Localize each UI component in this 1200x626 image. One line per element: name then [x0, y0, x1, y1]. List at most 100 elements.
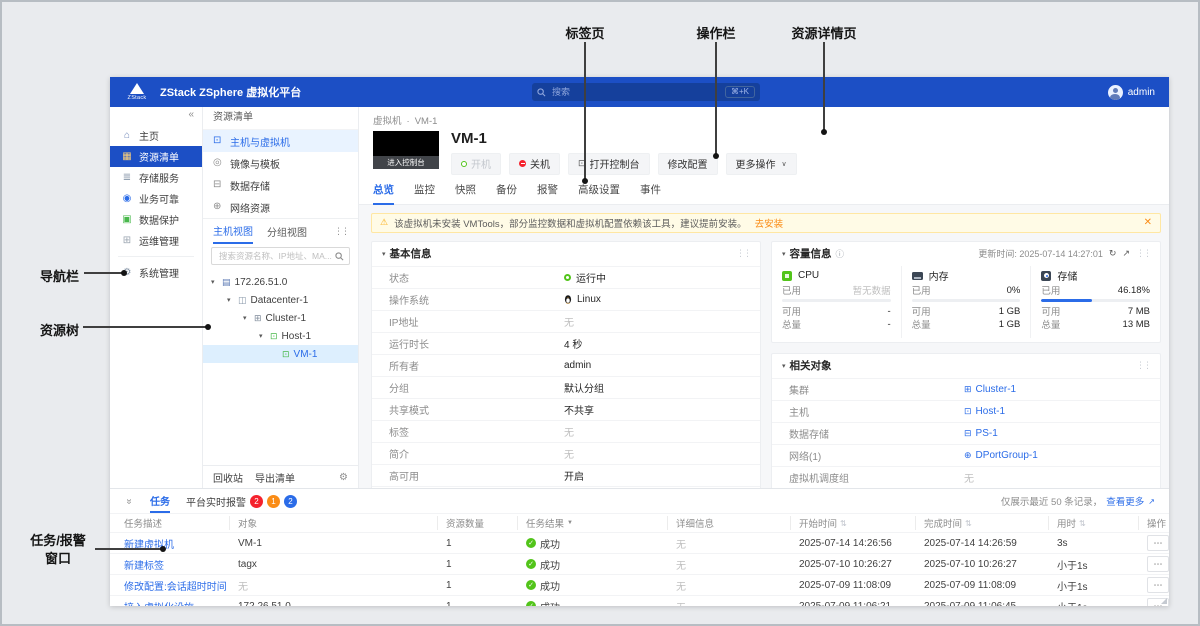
- more-actions-button[interactable]: 更多操作∨: [726, 153, 797, 175]
- sidebar-item-resources[interactable]: ▦资源清单: [110, 146, 202, 167]
- row-more-button[interactable]: ⋯: [1147, 577, 1169, 593]
- sort-icon[interactable]: ⇅: [1079, 519, 1086, 528]
- host-link[interactable]: ⊡Host-1: [964, 406, 1005, 417]
- drag-handle-icon[interactable]: ⋮⋮: [1136, 360, 1150, 371]
- close-icon[interactable]: ✕: [1144, 217, 1152, 228]
- linux-icon: [564, 294, 572, 304]
- view-more-link[interactable]: 查看更多: [1106, 494, 1144, 508]
- sort-icon[interactable]: ⇅: [840, 519, 847, 528]
- screenshot-canvas: ZStack ZStack ZSphere 虚拟化平台 ⌘+K admin « …: [0, 0, 1200, 626]
- caret-down-icon[interactable]: ▾: [259, 332, 266, 340]
- task-link[interactable]: 新建标签: [124, 557, 164, 572]
- capacity-cpu: CPU 已用暂无数据 可用- 总量-: [772, 266, 901, 338]
- sidebar-item-home[interactable]: ⌂主页: [110, 125, 202, 146]
- power-on-button[interactable]: 开机: [451, 153, 501, 175]
- drag-handle-icon[interactable]: ⋮⋮: [1136, 248, 1150, 259]
- open-console-button[interactable]: ⊡打开控制台: [568, 153, 650, 175]
- global-search[interactable]: ⌘+K: [532, 83, 760, 101]
- tree-node-vcenter[interactable]: ▾▤172.26.51.0: [203, 273, 358, 291]
- sidebar-item-data-protection[interactable]: ▣数据保护: [110, 209, 202, 230]
- sidebar-item-storage[interactable]: ≣存储服务: [110, 167, 202, 188]
- annotation-action-bar: 操作栏: [696, 23, 735, 42]
- page-title: VM-1: [451, 131, 797, 148]
- row-more-button[interactable]: ⋯: [1147, 556, 1169, 572]
- related-row-sched-group: 虚拟机调度组无: [772, 466, 1160, 488]
- tab-snapshot[interactable]: 快照: [455, 182, 476, 204]
- row-more-button[interactable]: ⋯: [1147, 535, 1169, 551]
- recycle-bin-link[interactable]: 回收站: [213, 470, 243, 485]
- tree-node-host[interactable]: ▾⊡Host-1: [203, 327, 358, 345]
- tab-backup[interactable]: 备份: [496, 182, 517, 204]
- end-time-sort-header[interactable]: 完成时间⇅: [915, 516, 1048, 530]
- home-icon: ⌂: [121, 131, 133, 141]
- tab-platform-alarms[interactable]: 平台实时报警 2 1 2: [186, 489, 297, 513]
- tab-tasks[interactable]: 任务: [150, 489, 170, 513]
- tab-monitoring[interactable]: 监控: [414, 182, 435, 204]
- enter-console-button[interactable]: 进入控制台: [373, 156, 439, 169]
- drag-handle-icon[interactable]: ⋮⋮: [736, 248, 750, 259]
- datastore-link[interactable]: ⊟PS-1: [964, 428, 998, 439]
- nav-sidebar: « ⌂主页 ▦资源清单 ≣存储服务 ◉业务可靠 ▣数据保护 ⊞运维管理 ⚙系统管…: [110, 107, 203, 488]
- collapse-panel-icon[interactable]: »: [124, 496, 135, 506]
- filter-icon[interactable]: ▼: [567, 520, 573, 526]
- caret-down-icon[interactable]: ▾: [782, 250, 786, 258]
- result-filter-header[interactable]: 任务结果▼: [517, 516, 667, 530]
- respanel-item-datastore[interactable]: ⊟数据存储: [203, 174, 358, 196]
- search-shortcut-badge: ⌘+K: [725, 86, 755, 98]
- breadcrumb-parent[interactable]: 虚拟机: [373, 113, 402, 127]
- duration-sort-header[interactable]: 用时⇅: [1048, 516, 1138, 530]
- annotation-resource-tree: 资源树: [40, 320, 79, 339]
- sort-icon[interactable]: ⇅: [965, 519, 972, 528]
- task-link[interactable]: 接入虚拟化设施: [124, 599, 194, 607]
- annotation-line: [95, 548, 161, 550]
- tab-group-view[interactable]: 分组视图: [267, 219, 307, 243]
- caret-down-icon[interactable]: ▾: [211, 278, 218, 286]
- caret-down-icon[interactable]: ▾: [782, 362, 786, 370]
- respanel-item-network[interactable]: ⊕网络资源: [203, 196, 358, 218]
- tree-node-datacenter[interactable]: ▾◫Datacenter-1: [203, 291, 358, 309]
- annotation-nav-bar: 导航栏: [40, 266, 79, 285]
- tree-search[interactable]: [211, 247, 350, 265]
- basic-info-card: ▾ 基本信息 ⋮⋮ 状态运行中 操作系统Linux IP地址无 运行时长4 秒 …: [371, 241, 761, 489]
- respanel-item-images[interactable]: ◎镜像与模板: [203, 152, 358, 174]
- tree-node-vm[interactable]: ⊡VM-1: [203, 345, 358, 363]
- open-external-icon[interactable]: ↗: [1122, 248, 1130, 259]
- caret-down-icon[interactable]: ▾: [243, 314, 250, 322]
- modify-config-button[interactable]: 修改配置: [658, 153, 718, 175]
- basic-info-header: ▾ 基本信息 ⋮⋮: [372, 242, 760, 266]
- table-row: 新建虚拟机 VM-1 1 ✓成功 无 2025-07-14 14:26:56 2…: [110, 532, 1169, 553]
- image-template-icon: ◎: [213, 158, 224, 168]
- tree-search-input[interactable]: [217, 250, 335, 262]
- tab-host-view[interactable]: 主机视图: [213, 218, 253, 244]
- ops-management-icon: ⊞: [121, 236, 133, 246]
- global-search-input[interactable]: [550, 86, 725, 98]
- resize-corner[interactable]: [1161, 598, 1167, 604]
- sidebar-item-ops[interactable]: ⊞运维管理: [110, 230, 202, 251]
- caret-down-icon[interactable]: ▾: [382, 250, 386, 258]
- sidebar-collapse-icon[interactable]: «: [110, 107, 202, 120]
- detail-tabs: 总览 监控 快照 备份 报警 高级设置 事件: [359, 175, 1169, 205]
- sidebar-item-business[interactable]: ◉业务可靠: [110, 188, 202, 209]
- tab-alarm[interactable]: 报警: [537, 182, 558, 204]
- tree-node-cluster[interactable]: ▾⊞Cluster-1: [203, 309, 358, 327]
- refresh-icon[interactable]: ↻: [1109, 248, 1117, 259]
- user-menu[interactable]: admin: [1108, 85, 1155, 100]
- power-off-button[interactable]: 关机: [509, 153, 560, 175]
- start-time-sort-header[interactable]: 开始时间⇅: [790, 516, 915, 530]
- network-link[interactable]: ⊕DPortGroup-1: [964, 450, 1038, 461]
- console-thumbnail[interactable]: 进入控制台: [373, 131, 439, 169]
- tab-overview[interactable]: 总览: [373, 182, 394, 205]
- tab-events[interactable]: 事件: [640, 182, 661, 204]
- task-link[interactable]: 修改配置:会话超时时间: [124, 578, 227, 593]
- tab-advanced[interactable]: 高级设置: [578, 182, 620, 204]
- table-row-clipped: 接入虚拟化设施 172.26.51.0 1 ✓成功 无 2025-07-09 1…: [110, 595, 1169, 606]
- respanel-item-hosts-vms[interactable]: ⊡主机与虚拟机: [203, 130, 358, 152]
- external-link-icon[interactable]: ↗: [1148, 497, 1155, 506]
- cluster-link[interactable]: ⊞Cluster-1: [964, 384, 1016, 395]
- view-options-icon[interactable]: ⋮⋮: [334, 226, 348, 237]
- gear-icon[interactable]: ⚙: [339, 472, 348, 483]
- caret-down-icon[interactable]: ▾: [227, 296, 234, 304]
- export-list-link[interactable]: 导出清单: [255, 470, 295, 485]
- view-tabs: 主机视图 分组视图 ⋮⋮: [203, 219, 358, 243]
- install-link[interactable]: 去安装: [755, 216, 784, 230]
